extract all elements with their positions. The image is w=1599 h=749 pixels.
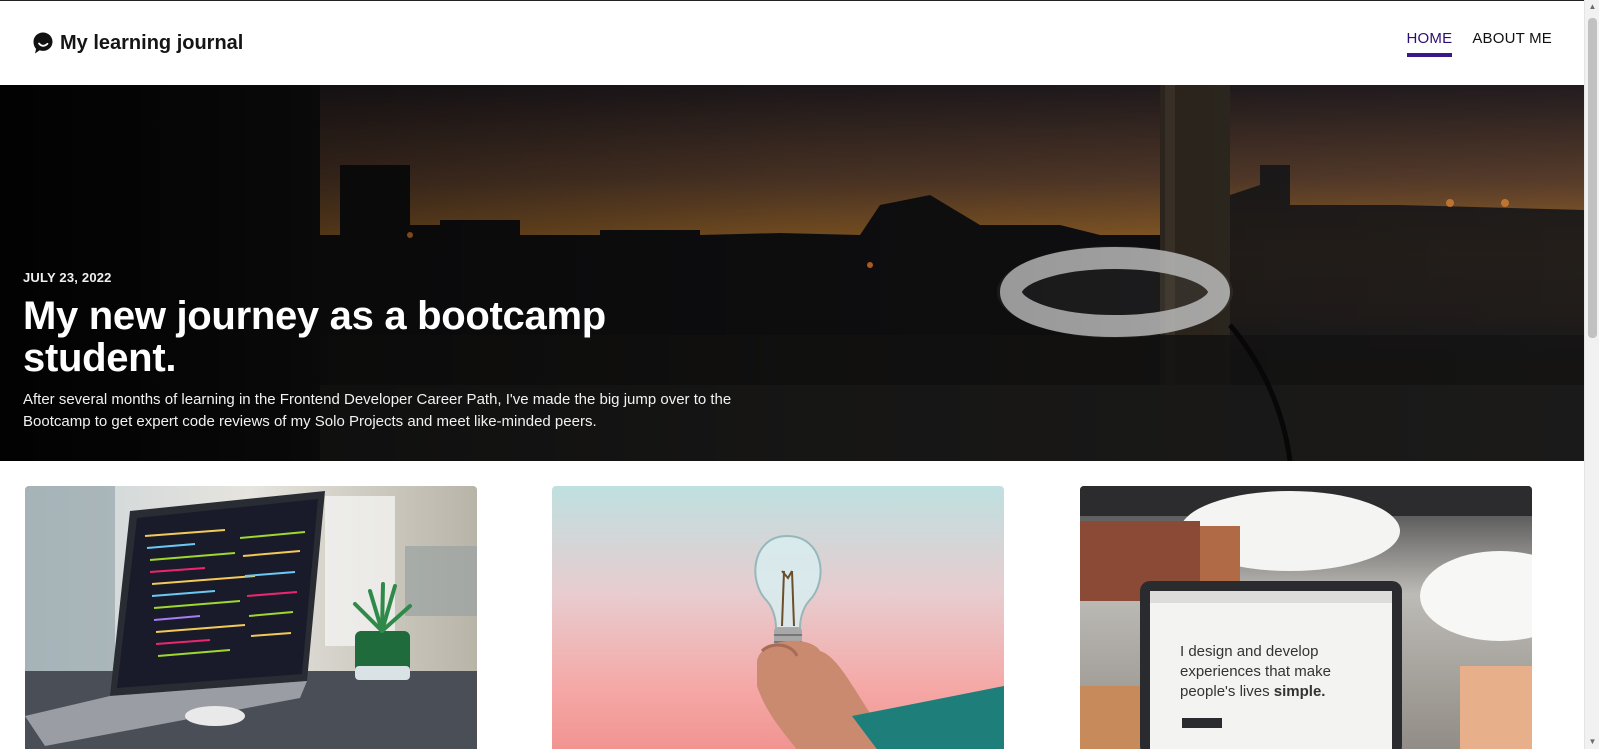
lightbulb-in-hand-photo — [552, 486, 1004, 749]
svg-text:people's lives simple.: people's lives simple. — [1180, 683, 1325, 700]
laptop-portfolio-photo: I design and develop experiences that ma… — [1080, 486, 1532, 749]
hero-content: JULY 23, 2022 My new journey as a bootca… — [23, 270, 763, 433]
site-header: My learning journal HOME ABOUT ME — [0, 1, 1584, 85]
screen-text-3: people's lives — [1180, 683, 1270, 700]
nav-home-link[interactable]: HOME — [1406, 30, 1453, 57]
chat-bubble-icon — [32, 31, 54, 55]
scroll-down-arrow-icon[interactable]: ▼ — [1588, 737, 1597, 746]
hero-title[interactable]: My new journey as a bootcamp student. — [23, 295, 763, 379]
post-cards-grid: I design and develop experiences that ma… — [0, 486, 1584, 749]
screen-text-bold: simple. — [1274, 683, 1326, 700]
nav-about-link[interactable]: ABOUT ME — [1472, 30, 1552, 57]
brand-link[interactable]: My learning journal — [32, 31, 243, 55]
screen-text-2: experiences that make — [1180, 663, 1331, 680]
screen-text-1: I design and develop — [1180, 643, 1318, 660]
post-card-3[interactable]: I design and develop experiences that ma… — [1080, 486, 1532, 749]
hero-date: JULY 23, 2022 — [23, 270, 112, 285]
brand-title: My learning journal — [60, 31, 244, 54]
page-scrollbar[interactable]: ▲ ▼ — [1584, 0, 1599, 749]
main-nav: HOME ABOUT ME — [1406, 30, 1552, 57]
hero-description: After several months of learning in the … — [23, 391, 732, 430]
hero-banner[interactable]: JULY 23, 2022 My new journey as a bootca… — [0, 85, 1584, 461]
laptop-with-code-photo — [25, 486, 477, 749]
scrollbar-thumb[interactable] — [1588, 18, 1597, 338]
post-card-1[interactable] — [25, 486, 477, 749]
post-card-2[interactable] — [552, 486, 1004, 749]
scroll-up-arrow-icon[interactable]: ▲ — [1588, 2, 1597, 11]
